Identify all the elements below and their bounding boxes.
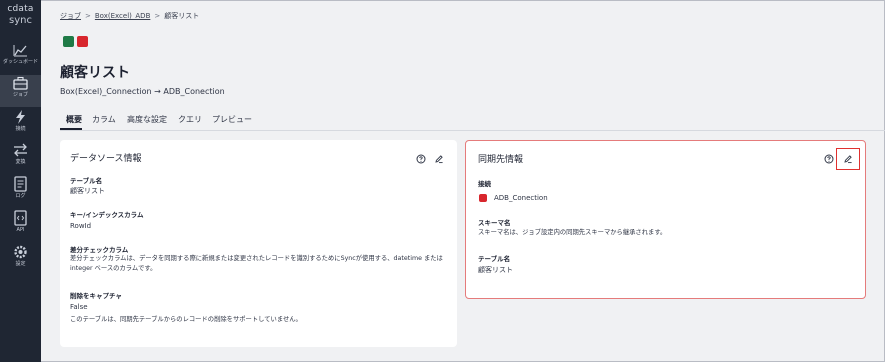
table-name-value: 顧客リスト — [70, 187, 105, 195]
tab-preview[interactable]: プレビュー — [212, 114, 252, 125]
sidebar: cdata sync ダッシュボード ジョブ 接続 変換 ログ API 設定 — [0, 0, 41, 362]
connection-value[interactable]: ADB_Conection — [494, 194, 548, 202]
tab-query[interactable]: クエリ — [178, 114, 202, 125]
oracle-adb-icon — [77, 36, 88, 47]
log-icon — [14, 176, 27, 192]
breadcrumb-current: 顧客リスト — [164, 12, 200, 20]
capture-delete-description: このテーブルは、同期先テーブルからのレコードの削除をサポートしていません。 — [70, 316, 302, 323]
chart-icon — [13, 45, 27, 57]
sidebar-item-jobs[interactable]: ジョブ — [0, 75, 41, 107]
breadcrumb-link-job[interactable]: Box(Excel)_ADB — [95, 12, 151, 20]
tab-advanced[interactable]: 高度な設定 — [127, 114, 167, 125]
gear-icon — [14, 245, 27, 259]
logo-brand: cdata — [7, 4, 34, 14]
logo-sub: sync — [9, 15, 32, 26]
edit-icon[interactable] — [434, 154, 444, 164]
sidebar-item-connections[interactable]: 接続 — [0, 109, 41, 141]
tab-overview[interactable]: 概要 — [66, 114, 82, 125]
tab-columns[interactable]: カラム — [92, 114, 116, 125]
tab-bar: 概要 カラム 高度な設定 クエリ プレビュー — [60, 110, 885, 131]
connector-icons — [63, 36, 91, 55]
source-info-panel: データソース情報 テーブル名 顧客リスト キー/インデックスカラム RowId … — [60, 140, 457, 347]
sidebar-item-label: ジョブ — [12, 92, 28, 98]
key-column-label: キー/インデックスカラム — [70, 211, 144, 219]
sidebar-item-settings[interactable]: 設定 — [0, 244, 41, 276]
briefcase-icon — [13, 76, 28, 90]
connection-label: 接続 — [478, 180, 491, 188]
key-column-value: RowId — [70, 222, 92, 230]
sidebar-item-logs[interactable]: ログ — [0, 176, 41, 208]
transform-icon — [14, 143, 27, 157]
bolt-icon — [16, 110, 25, 124]
logo[interactable]: cdata sync — [0, 4, 41, 27]
breadcrumb-link-jobs[interactable]: ジョブ — [60, 12, 81, 20]
sidebar-item-api[interactable]: API — [0, 210, 41, 242]
sidebar-item-label: API — [16, 227, 25, 233]
table-name-label: テーブル名 — [70, 177, 103, 185]
sidebar-item-label: 変換 — [15, 159, 26, 165]
sidebar-item-label: ダッシュボード — [2, 59, 38, 65]
sidebar-item-transform[interactable]: 変換 — [0, 142, 41, 174]
sidebar-item-label: 接続 — [15, 126, 26, 132]
oracle-adb-icon — [479, 194, 487, 202]
capture-delete-value: False — [70, 303, 88, 311]
destination-info-panel: 同期先情報 接続 ADB_Conection スキーマ名 スキーマ名は、ジョブ設… — [465, 140, 866, 299]
destination-panel-title: 同期先情報 — [478, 155, 524, 165]
help-icon[interactable] — [416, 154, 426, 164]
sidebar-item-dashboard[interactable]: ダッシュボード — [0, 42, 41, 74]
highlight-box — [836, 148, 860, 170]
sidebar-item-label: ログ — [15, 193, 26, 199]
capture-delete-label: 削除をキャプチャ — [70, 292, 122, 300]
excel-icon — [63, 36, 74, 47]
page-title: 顧客リスト — [60, 65, 130, 81]
page-subtitle: Box(Excel)_Connection → ADB_Conection — [60, 87, 225, 96]
help-icon[interactable] — [824, 154, 834, 164]
source-panel-title: データソース情報 — [70, 154, 142, 164]
api-icon — [14, 210, 27, 226]
diff-column-label: 差分チェックカラム — [70, 246, 129, 254]
schema-name-description: スキーマ名は、ジョブ設定内の同期先スキーマから継承されます。 — [478, 229, 667, 236]
breadcrumb: ジョブ > Box(Excel)_ADB > 顧客リスト — [60, 11, 199, 21]
schema-name-label: スキーマ名 — [478, 219, 511, 227]
breadcrumb-separator: > — [85, 12, 91, 20]
dest-table-name-label: テーブル名 — [478, 255, 511, 263]
dest-table-name-value: 顧客リスト — [478, 266, 513, 274]
diff-column-description: 差分チェックカラムは、データを同期する際に新規または変更されたレコードを識別する… — [70, 255, 443, 272]
active-tab-indicator — [60, 128, 82, 130]
sidebar-item-label: 設定 — [15, 261, 26, 267]
breadcrumb-separator: > — [154, 12, 161, 20]
